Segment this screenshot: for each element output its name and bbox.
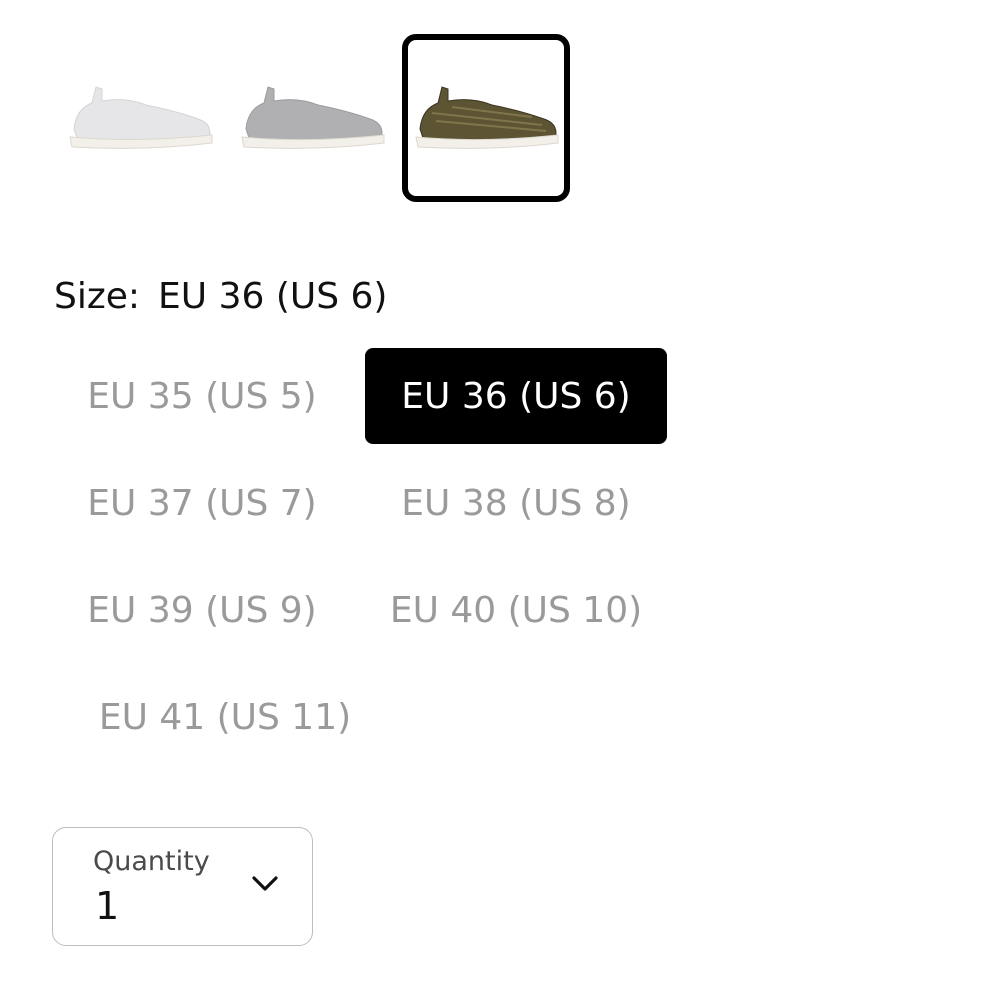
size-option-eu36[interactable]: EU 36 (US 6) bbox=[365, 348, 667, 444]
size-option-eu38[interactable]: EU 38 (US 8) bbox=[365, 455, 667, 551]
size-selected-value: EU 36 (US 6) bbox=[158, 276, 388, 317]
size-option-eu39[interactable]: EU 39 (US 9) bbox=[52, 562, 352, 658]
quantity-value: 1 bbox=[95, 884, 120, 928]
chevron-down-icon bbox=[252, 876, 278, 891]
shoe-white-image bbox=[69, 86, 213, 149]
color-swatch-white[interactable] bbox=[56, 34, 224, 202]
size-option-eu40[interactable]: EU 40 (US 10) bbox=[365, 562, 667, 658]
color-swatches bbox=[56, 34, 574, 202]
product-options-panel: Size: EU 36 (US 6) EU 35 (US 5) EU 36 (US… bbox=[0, 0, 1000, 1000]
color-swatch-olive[interactable] bbox=[402, 34, 570, 202]
quantity-label: Quantity bbox=[93, 846, 210, 877]
size-heading: Size: EU 36 (US 6) bbox=[54, 276, 387, 317]
size-label-text: Size: bbox=[54, 276, 141, 317]
shoe-olive-image bbox=[415, 86, 559, 149]
size-option-eu35[interactable]: EU 35 (US 5) bbox=[52, 348, 352, 444]
shoe-grey-image bbox=[241, 86, 385, 149]
quantity-select[interactable]: Quantity 1 bbox=[52, 827, 313, 946]
size-option-eu41[interactable]: EU 41 (US 11) bbox=[52, 669, 398, 765]
color-swatch-grey[interactable] bbox=[228, 34, 396, 202]
size-option-eu37[interactable]: EU 37 (US 7) bbox=[52, 455, 352, 551]
